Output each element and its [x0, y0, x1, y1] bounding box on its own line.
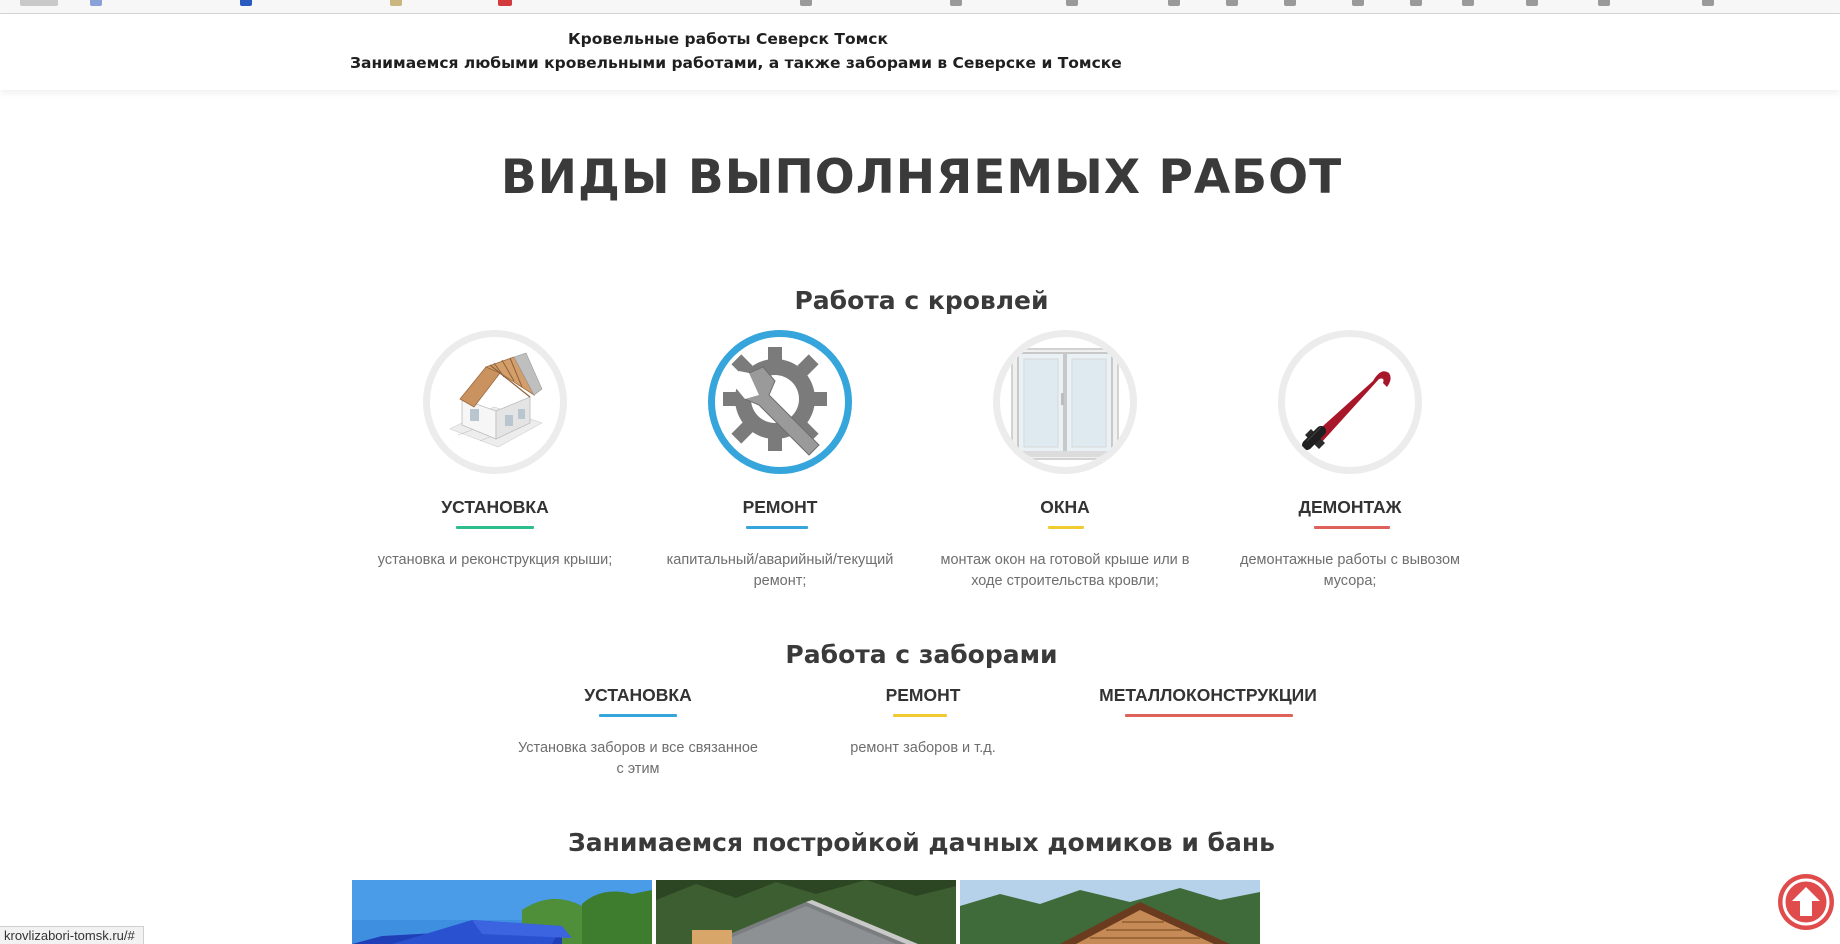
roof-service-title[interactable]: УСТАНОВКА	[365, 497, 625, 518]
bookmark-item[interactable]	[1066, 0, 1078, 6]
bookmark-item[interactable]	[498, 0, 512, 6]
fence-service-title[interactable]: МЕТАЛЛОКОНСТРУКЦИИ	[1078, 685, 1338, 706]
site-subtitle: Занимаемся любыми кровельными работами, …	[350, 54, 1122, 72]
title-underline	[1125, 714, 1293, 717]
bookmark-item[interactable]	[1168, 0, 1180, 6]
bookmark-item[interactable]	[800, 0, 812, 6]
arrow-up-icon	[1782, 878, 1830, 926]
bookmark-item[interactable]	[390, 0, 402, 6]
gallery-photo[interactable]	[352, 880, 652, 944]
roof-service-description: монтаж окон на готовой крыше или в ходе …	[940, 552, 1190, 589]
roof-service-title[interactable]: ОКНА	[935, 497, 1195, 518]
wrench-gear-icon[interactable]	[708, 330, 852, 474]
bookmark-item[interactable]	[90, 0, 102, 6]
window-icon[interactable]	[993, 330, 1137, 474]
roof-service-title[interactable]: РЕМОНТ	[650, 497, 910, 518]
bookmark-item[interactable]	[1462, 0, 1474, 6]
page-title: ВИДЫ ВЫПОЛНЯЕМЫХ РАБОТ	[500, 150, 1343, 205]
fence-section-title: Работа с заборами	[785, 640, 1058, 669]
roof-service-title[interactable]: ДЕМОНТАЖ	[1220, 497, 1480, 518]
site-header: Кровельные работы Северск Томск Занимаем…	[0, 14, 1840, 90]
fence-service-title[interactable]: РЕМОНТ	[793, 685, 1053, 706]
title-underline	[893, 714, 947, 717]
bookmark-item[interactable]	[950, 0, 962, 6]
gallery-photo[interactable]	[656, 880, 956, 944]
bookmarks-bar	[0, 0, 1840, 14]
roof-service-description: капитальный/аварийный/текущий ремонт;	[666, 552, 894, 589]
bookmark-item[interactable]	[1352, 0, 1364, 6]
roof-service-description: демонтажные работы с вывозом мусора;	[1240, 552, 1460, 589]
title-underline	[599, 714, 677, 717]
fence-service-description: Установка заборов и все связанное с этим	[517, 740, 758, 777]
bookmark-item[interactable]	[1410, 0, 1422, 6]
bookmark-item[interactable]	[1226, 0, 1238, 6]
bookmark-item[interactable]	[1284, 0, 1296, 6]
bookmark-item[interactable]	[1702, 0, 1714, 6]
title-underline	[1048, 526, 1084, 529]
bookmark-item[interactable]	[1526, 0, 1538, 6]
fence-service-title[interactable]: УСТАНОВКА	[508, 685, 768, 706]
roof-section-title: Работа с кровлей	[794, 286, 1049, 315]
bookmark-item[interactable]	[20, 0, 58, 6]
title-underline	[1314, 526, 1390, 529]
fence-service-description: ремонт заборов и т.д.	[850, 740, 996, 756]
scroll-top-button[interactable]	[1778, 874, 1834, 930]
bookmark-item[interactable]	[240, 0, 252, 6]
title-underline	[746, 526, 808, 529]
title-underline	[456, 526, 534, 529]
crowbar-icon[interactable]	[1278, 330, 1422, 474]
gallery-photo[interactable]	[960, 880, 1260, 944]
status-bar-url: krovlizabori-tomsk.ru/#	[0, 926, 144, 944]
bookmark-item[interactable]	[1598, 0, 1610, 6]
cottage-gallery	[352, 880, 1262, 944]
site-title[interactable]: Кровельные работы Северск Томск	[350, 30, 1106, 48]
roof-service-description: установка и реконструкция крыши;	[377, 552, 613, 568]
cottage-section-title: Занимаемся постройкой дачных домиков и б…	[568, 828, 1275, 857]
house-construction-icon[interactable]	[423, 330, 567, 474]
